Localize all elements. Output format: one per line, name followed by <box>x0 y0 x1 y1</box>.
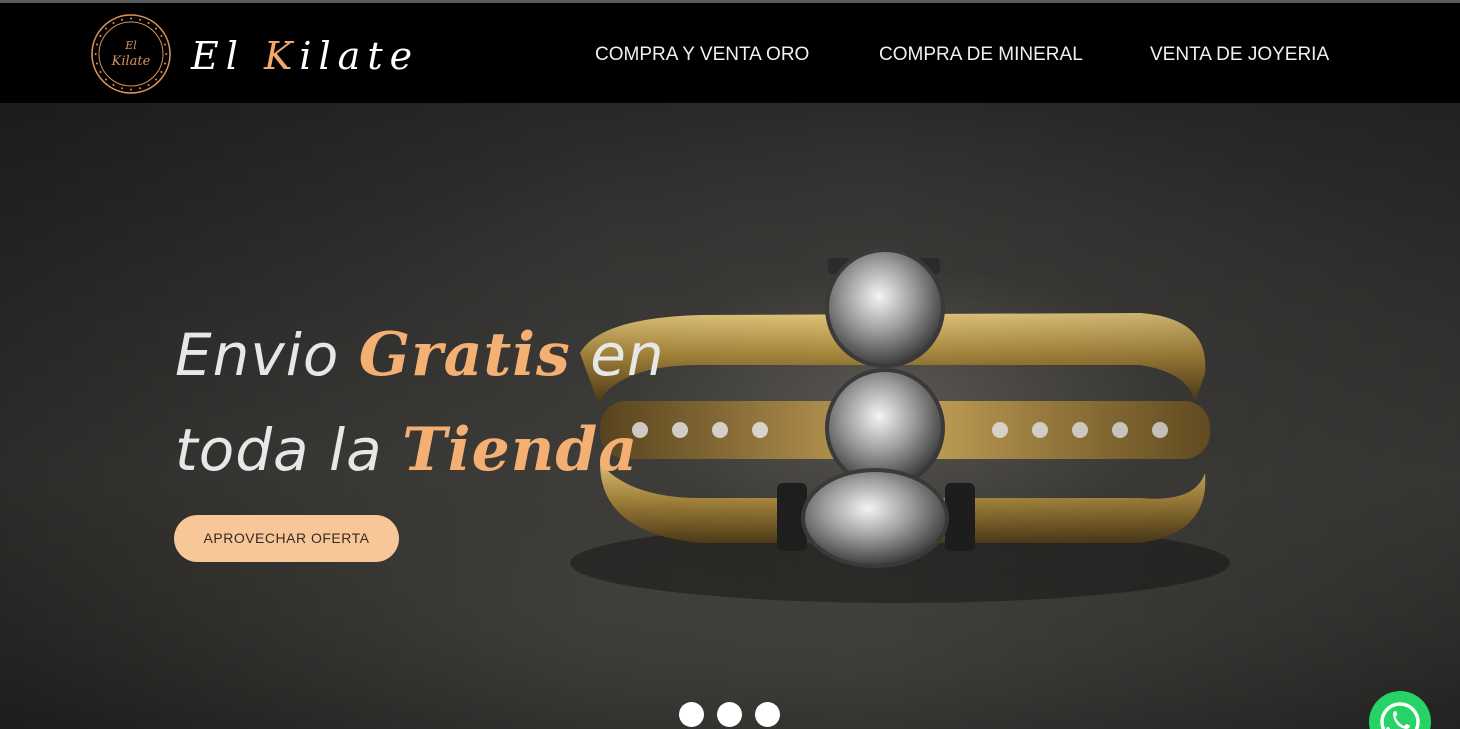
whatsapp-button[interactable] <box>1369 691 1431 729</box>
nav-venta-joyeria[interactable]: VENTA DE JOYERIA <box>1150 43 1329 67</box>
nav-compra-venta-oro[interactable]: COMPRA Y VENTA ORO <box>595 43 809 67</box>
hero-headline: Envio Gratis en toda la Tienda <box>175 308 735 498</box>
headline-word-gratis: Gratis <box>358 320 571 390</box>
headline-word-tienda: Tienda <box>402 415 639 485</box>
headline-line-1: Envio Gratis en <box>175 308 735 403</box>
aprovechar-oferta-button[interactable]: APROVECHAR OFERTA <box>174 515 399 562</box>
slide-dot-1[interactable] <box>679 702 704 727</box>
headline-word-toda-la: toda la <box>175 416 403 484</box>
site-header: El Kilate El Kilate COMPRA Y VENTA ORO C… <box>0 0 1460 103</box>
hero-slider: Envio Gratis en toda la Tienda APROVECHA… <box>0 103 1460 729</box>
main-nav: COMPRA Y VENTA ORO COMPRA DE MINERAL VEN… <box>0 43 1460 69</box>
slide-dot-2[interactable] <box>717 702 742 727</box>
headline-word-envio: Envio <box>175 321 359 389</box>
headline-word-en: en <box>570 321 665 389</box>
page: El Kilate El Kilate COMPRA Y VENTA ORO C… <box>0 0 1460 729</box>
slide-dot-3[interactable] <box>755 702 780 727</box>
whatsapp-icon <box>1380 702 1420 729</box>
slider-pagination <box>679 702 789 728</box>
nav-compra-mineral[interactable]: COMPRA DE MINERAL <box>879 43 1083 67</box>
headline-line-2: toda la Tienda <box>175 403 735 498</box>
